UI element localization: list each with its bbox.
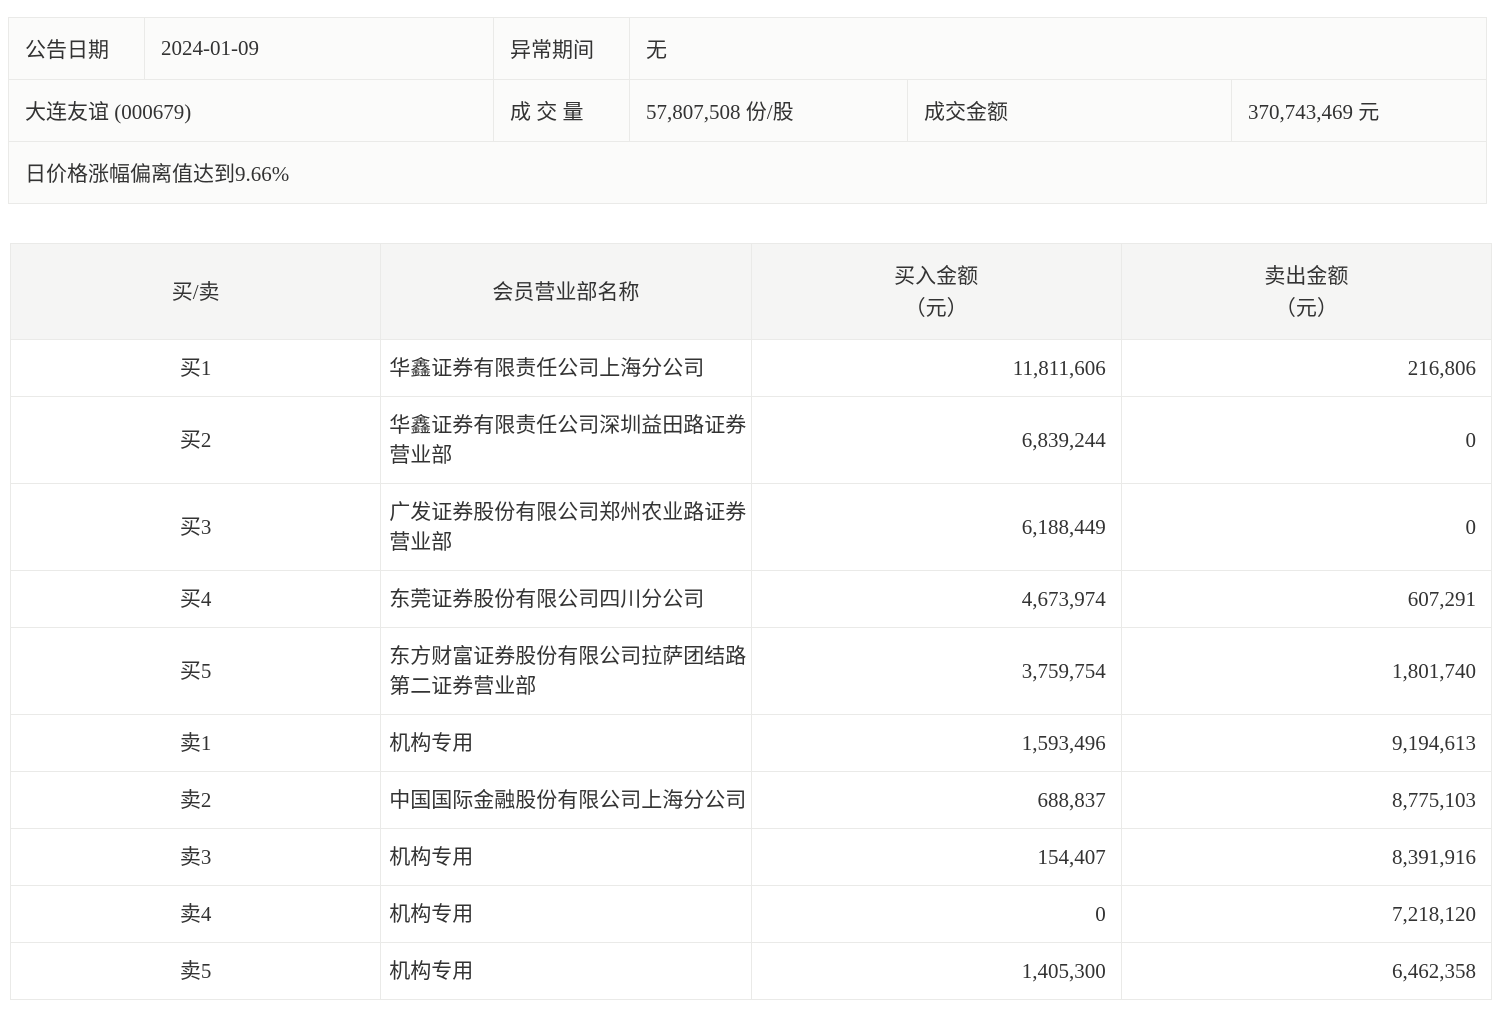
broker-cell: 广发证券股份有限公司郑州农业路证券营业部 [380, 483, 752, 571]
buy-amount-cell: 6,839,244 [750, 396, 1122, 484]
rank-header-row: 买/卖 会员营业部名称 买入金额 （元） 卖出金额 （元） [9, 243, 1493, 340]
table-row: 卖2 中国国际金融股份有限公司上海分公司 688,837 8,775,103 [9, 771, 1493, 829]
abnormal-period-label: 异常期间 [493, 17, 630, 80]
broker-cell: 东方财富证券股份有限公司拉萨团结路第二证券营业部 [380, 627, 752, 715]
broker-cell: 中国国际金融股份有限公司上海分公司 [380, 771, 752, 829]
side-cell: 买5 [9, 627, 382, 715]
header-sell-amount-unit: （元） [1274, 295, 1338, 320]
header-sell-amount-label: 卖出金额 [1264, 263, 1349, 288]
summary-row-stock: 大连友谊 (000679) 成 交 量 57,807,508 份/股 成交金额 … [8, 79, 1487, 142]
sell-amount-cell: 0 [1120, 396, 1493, 484]
side-cell: 买2 [9, 396, 382, 484]
sell-amount-cell: 9,194,613 [1120, 714, 1493, 772]
table-row: 卖1 机构专用 1,593,496 9,194,613 [9, 714, 1493, 772]
broker-cell: 机构专用 [380, 885, 752, 943]
abnormal-period-value: 无 [629, 17, 1487, 80]
sell-amount-cell: 607,291 [1120, 570, 1493, 628]
buy-amount-cell: 6,188,449 [750, 483, 1122, 571]
header-buy-amount-label: 买入金额 [894, 263, 979, 288]
header-buy-amount-unit: （元） [904, 295, 968, 320]
summary-row-date: 公告日期 2024-01-09 异常期间 无 [8, 17, 1487, 80]
buy-amount-cell: 3,759,754 [750, 627, 1122, 715]
sell-amount-cell: 0 [1120, 483, 1493, 571]
broker-cell: 华鑫证券有限责任公司上海分公司 [380, 339, 752, 397]
sell-amount-cell: 216,806 [1120, 339, 1493, 397]
sell-amount-cell: 7,218,120 [1120, 885, 1493, 943]
summary-table: 公告日期 2024-01-09 异常期间 无 大连友谊 (000679) 成 交… [8, 17, 1487, 204]
buy-amount-cell: 154,407 [750, 828, 1122, 886]
broker-cell: 机构专用 [380, 828, 752, 886]
header-sell-amount: 卖出金额 （元） [1120, 243, 1493, 340]
table-row: 买1 华鑫证券有限责任公司上海分公司 11,811,606 216,806 [9, 339, 1493, 397]
announce-date-value: 2024-01-09 [144, 17, 494, 80]
side-cell: 卖2 [9, 771, 382, 829]
table-row: 买4 东莞证券股份有限公司四川分公司 4,673,974 607,291 [9, 570, 1493, 628]
buy-amount-cell: 4,673,974 [750, 570, 1122, 628]
volume-value: 57,807,508 份/股 [629, 79, 908, 142]
buy-amount-cell: 11,811,606 [750, 339, 1122, 397]
sell-amount-cell: 6,462,358 [1120, 942, 1493, 1000]
deviation-note: 日价格涨幅偏离值达到9.66% [8, 141, 1487, 204]
turnover-value: 370,743,469 元 [1231, 79, 1487, 142]
stock-name: 大连友谊 (000679) [8, 79, 494, 142]
side-cell: 卖3 [9, 828, 382, 886]
table-row: 买2 华鑫证券有限责任公司深圳益田路证券营业部 6,839,244 0 [9, 396, 1493, 484]
turnover-label: 成交金额 [907, 79, 1232, 142]
volume-label: 成 交 量 [493, 79, 630, 142]
side-cell: 买3 [9, 483, 382, 571]
broker-cell: 东莞证券股份有限公司四川分公司 [380, 570, 752, 628]
table-row: 卖3 机构专用 154,407 8,391,916 [9, 828, 1493, 886]
sell-amount-cell: 8,775,103 [1120, 771, 1493, 829]
broker-cell: 机构专用 [380, 714, 752, 772]
side-cell: 卖5 [9, 942, 382, 1000]
broker-cell: 机构专用 [380, 942, 752, 1000]
table-row: 卖5 机构专用 1,405,300 6,462,358 [9, 942, 1493, 1000]
buy-amount-cell: 0 [750, 885, 1122, 943]
buy-amount-cell: 1,593,496 [750, 714, 1122, 772]
buy-amount-cell: 688,837 [750, 771, 1122, 829]
buy-amount-cell: 1,405,300 [750, 942, 1122, 1000]
header-buy-amount: 买入金额 （元） [750, 243, 1122, 340]
table-row: 卖4 机构专用 0 7,218,120 [9, 885, 1493, 943]
sell-amount-cell: 8,391,916 [1120, 828, 1493, 886]
announcement-page: 公告日期 2024-01-09 异常期间 无 大连友谊 (000679) 成 交… [0, 0, 1502, 1012]
side-cell: 买4 [9, 570, 382, 628]
side-cell: 卖1 [9, 714, 382, 772]
header-buy-sell: 买/卖 [9, 243, 382, 340]
table-row: 买5 东方财富证券股份有限公司拉萨团结路第二证券营业部 3,759,754 1,… [9, 627, 1493, 715]
broker-cell: 华鑫证券有限责任公司深圳益田路证券营业部 [380, 396, 752, 484]
trading-rank-table: 买/卖 会员营业部名称 买入金额 （元） 卖出金额 （元） 买1 华鑫证券有限责… [9, 243, 1493, 1000]
summary-row-reason: 日价格涨幅偏离值达到9.66% [8, 141, 1487, 204]
sell-amount-cell: 1,801,740 [1120, 627, 1493, 715]
table-row: 买3 广发证券股份有限公司郑州农业路证券营业部 6,188,449 0 [9, 483, 1493, 571]
side-cell: 买1 [9, 339, 382, 397]
announce-date-label: 公告日期 [8, 17, 145, 80]
header-broker-name: 会员营业部名称 [380, 243, 752, 340]
side-cell: 卖4 [9, 885, 382, 943]
